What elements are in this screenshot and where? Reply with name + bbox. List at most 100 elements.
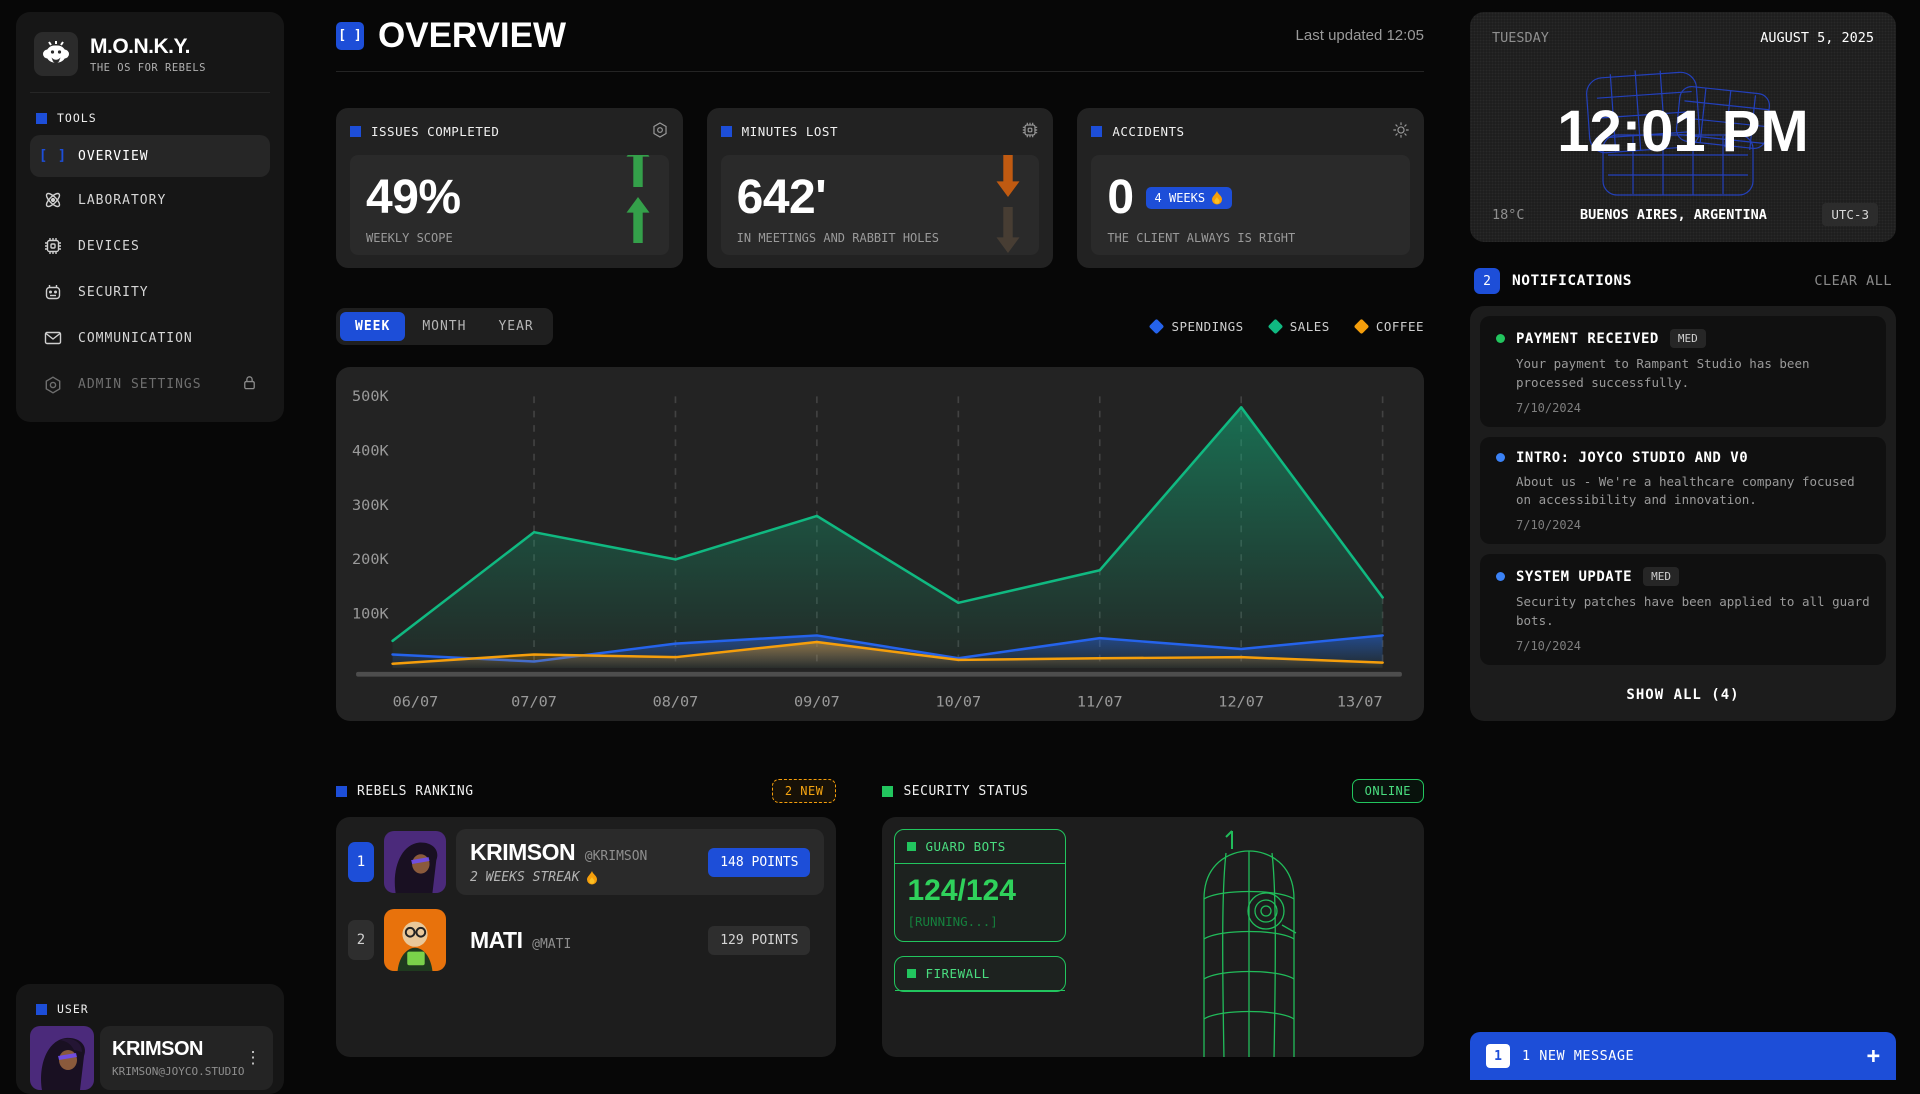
nut-icon — [42, 375, 64, 395]
stat-title: MINUTES LOST — [742, 124, 838, 139]
sidebar: M.O.N.K.Y. THE OS FOR REBELS TOOLS [ ] O… — [0, 0, 300, 1080]
notification-intro[interactable]: INTRO: JOYCO STUDIO AND V0 About us - We… — [1480, 437, 1886, 545]
lock-icon — [241, 374, 258, 395]
status-dot — [1496, 453, 1505, 462]
tab-year[interactable]: YEAR — [483, 312, 548, 341]
notification-title: SYSTEM UPDATE — [1516, 569, 1632, 585]
sidebar-item-admin-settings[interactable]: ADMIN SETTINGS — [30, 361, 270, 408]
spendings-chart-card: 100K200K300K400K500K06/0707/0708/0709/07… — [336, 367, 1424, 721]
guard-bots-state: [RUNNING...] — [907, 914, 1053, 929]
location: BUENOS AIRES, ARGENTINA — [1525, 207, 1823, 223]
fire-icon — [586, 871, 598, 885]
card-square-icon — [336, 786, 347, 797]
legend-coffee[interactable]: COFFEE — [1356, 319, 1424, 334]
card-square-icon — [350, 126, 361, 137]
trend-up-arrows-icon — [625, 155, 651, 243]
card-square-icon — [1091, 126, 1102, 137]
sidebar-item-laboratory[interactable]: LABORATORY — [30, 177, 270, 223]
streak-badge: 4 WEEKS — [1146, 187, 1233, 209]
last-updated: Last updated 12:05 — [1296, 27, 1424, 44]
app-name: M.O.N.K.Y. — [90, 35, 206, 59]
sidebar-item-security[interactable]: SECURITY — [30, 269, 270, 315]
points-badge: 129 POINTS — [708, 926, 810, 955]
message-text: 1 NEW MESSAGE — [1522, 1048, 1634, 1064]
stat-card-accidents: ACCIDENTS 0 4 WEEKS — [1077, 108, 1424, 268]
diamond-icon — [1267, 319, 1283, 335]
stat-card-issues: ISSUES COMPLETED 49% WEEKLY SCOPE — [336, 108, 683, 268]
svg-text:07/07: 07/07 — [511, 694, 557, 710]
ranking-panel: 1 KRIMSON — [336, 817, 836, 1057]
rebel-streak: 2 WEEKS STREAK — [470, 870, 647, 885]
show-all-button[interactable]: SHOW ALL (4) — [1480, 675, 1886, 711]
stats-row: ISSUES COMPLETED 49% WEEKLY SCOPE — [336, 108, 1424, 268]
chart-legend: SPENDINGS SALES COFFEE — [1151, 319, 1424, 334]
svg-text:13/07: 13/07 — [1337, 694, 1383, 710]
sidebar-item-communication[interactable]: COMMUNICATION — [30, 315, 270, 361]
user-email: KRIMSON@JOYCO.STUDIO — [112, 1065, 244, 1078]
tab-month[interactable]: MONTH — [407, 312, 481, 341]
user-menu-dots-icon[interactable]: ⋮ — [244, 1048, 261, 1068]
page-title: OVERVIEW — [378, 16, 566, 56]
avatar — [30, 1026, 94, 1090]
rebels-ranking-section: REBELS RANKING 2 NEW 1 — [336, 779, 836, 1057]
clock-date: AUGUST 5, 2025 — [1760, 30, 1874, 46]
card-square-icon — [907, 842, 916, 851]
card-square-icon — [882, 786, 893, 797]
ranking-row-1[interactable]: 1 KRIMSON — [348, 829, 824, 895]
plus-icon[interactable]: + — [1867, 1044, 1880, 1069]
right-panel: TUESDAY AUGUST 5, 2025 12:01 PM 18°C BUE… — [1454, 0, 1920, 1080]
clock-day: TUESDAY — [1492, 30, 1549, 46]
notifications-title: NOTIFICATIONS — [1512, 273, 1632, 289]
new-message-bar[interactable]: 1 1 NEW MESSAGE + — [1470, 1032, 1896, 1080]
stat-title: ISSUES COMPLETED — [371, 124, 499, 139]
diamond-icon — [1149, 319, 1165, 335]
area-chart[interactable]: 100K200K300K400K500K06/0707/0708/0709/07… — [350, 383, 1410, 713]
svg-text:11/07: 11/07 — [1077, 694, 1123, 710]
legend-spendings[interactable]: SPENDINGS — [1151, 319, 1243, 334]
sidebar-item-devices[interactable]: DEVICES — [30, 223, 270, 269]
diamond-icon — [1354, 319, 1370, 335]
clear-all-button[interactable]: CLEAR ALL — [1814, 273, 1892, 289]
legend-sales[interactable]: SALES — [1270, 319, 1330, 334]
svg-text:06/07: 06/07 — [393, 694, 439, 710]
notification-payment[interactable]: PAYMENT RECEIVED MED Your payment to Ram… — [1480, 316, 1886, 427]
chip-icon — [42, 236, 64, 256]
rank-badge: 2 — [348, 920, 374, 960]
gear-icon[interactable] — [1392, 121, 1410, 142]
main-header: [ ] OVERVIEW Last updated 12:05 — [336, 0, 1424, 72]
temperature: 18°C — [1492, 207, 1525, 223]
stat-sub: THE CLIENT ALWAYS IS RIGHT — [1107, 231, 1295, 245]
notifications-count-badge: 2 — [1474, 268, 1500, 294]
priority-badge: MED — [1643, 567, 1679, 586]
svg-text:200K: 200K — [352, 552, 389, 568]
section-title: REBELS RANKING — [357, 784, 474, 799]
rank-badge: 1 — [348, 842, 374, 882]
points-badge: 148 POINTS — [708, 848, 810, 877]
avatar — [384, 831, 446, 893]
online-badge: ONLINE — [1352, 779, 1424, 803]
user-info-box: KRIMSON KRIMSON@JOYCO.STUDIO ⋮ — [100, 1026, 273, 1090]
rebel-handle: @KRIMSON — [585, 849, 648, 864]
monkey-logo-icon — [34, 32, 78, 76]
nut-icon[interactable] — [651, 121, 669, 142]
svg-text:12/07: 12/07 — [1218, 694, 1264, 710]
fire-icon — [1211, 191, 1223, 205]
card-square-icon — [721, 126, 732, 137]
svg-text:10/07: 10/07 — [935, 694, 981, 710]
notification-title: PAYMENT RECEIVED — [1516, 331, 1659, 347]
notifications-header: 2 NOTIFICATIONS CLEAR ALL — [1474, 268, 1892, 294]
ranking-row-2[interactable]: 2 — [348, 909, 824, 971]
tab-week[interactable]: WEEK — [340, 312, 405, 341]
user-row: KRIMSON KRIMSON@JOYCO.STUDIO ⋮ — [30, 1026, 270, 1090]
priority-badge: MED — [1670, 329, 1706, 348]
notification-system-update[interactable]: SYSTEM UPDATE MED Security patches have … — [1480, 554, 1886, 665]
section-square-icon — [36, 1004, 47, 1015]
envelope-icon — [42, 328, 64, 348]
section-title: SECURITY STATUS — [903, 784, 1028, 799]
sidebar-item-overview[interactable]: [ ] OVERVIEW — [30, 135, 270, 177]
brackets-icon: [ ] — [42, 148, 64, 164]
stat-value: 49% — [366, 174, 461, 222]
chip-icon[interactable] — [1021, 121, 1039, 142]
status-dot — [1496, 572, 1505, 581]
notification-date: 7/10/2024 — [1516, 401, 1870, 415]
